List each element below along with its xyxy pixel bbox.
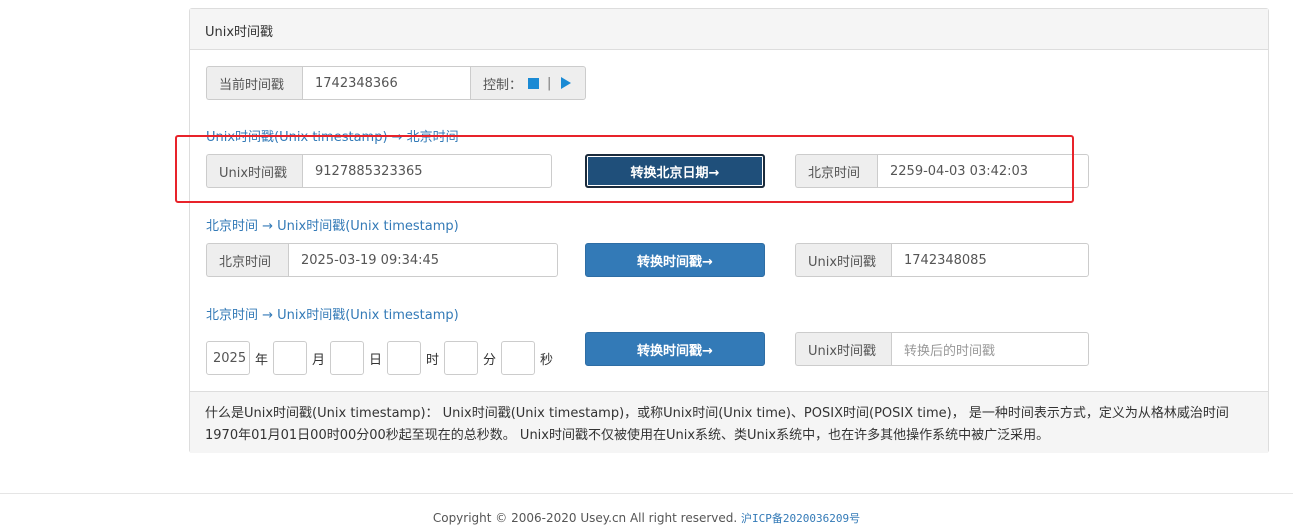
control-group: 控制： | — [470, 66, 586, 100]
panel-description: 什么是Unix时间戳(Unix timestamp)： Unix时间戳(Unix… — [190, 391, 1268, 453]
convert-timestamp-button-2[interactable]: 转换时间戳→ — [585, 332, 765, 366]
section2-input-group: 北京时间 2025-03-19 09:34:45 — [206, 243, 558, 277]
section3-output-group: Unix时间戳 转换后的时间戳 — [795, 332, 1089, 366]
section2-title: 北京时间 → Unix时间戳(Unix timestamp) — [206, 219, 459, 234]
minute-unit: 分 — [483, 353, 497, 368]
stop-icon[interactable] — [528, 77, 540, 89]
current-timestamp-group: 当前时间戳 1742348366 控制： | — [206, 66, 586, 100]
section2-input-label: 北京时间 — [206, 243, 288, 277]
page-divider — [0, 493, 1293, 494]
unix-timestamp-panel: Unix时间戳 当前时间戳 1742348366 控制： | Unix时间戳(U… — [189, 8, 1269, 453]
unix-timestamp-output[interactable]: 1742348085 — [891, 243, 1089, 277]
month-unit: 月 — [312, 353, 326, 368]
converted-timestamp-output[interactable]: 转换后的时间戳 — [891, 332, 1089, 366]
beijing-time-input[interactable]: 2025-03-19 09:34:45 — [288, 243, 558, 277]
description-line-1: 什么是Unix时间戳(Unix timestamp)： Unix时间戳(Unix… — [205, 406, 1229, 421]
section2-output-group: Unix时间戳 1742348085 — [795, 243, 1089, 277]
copyright-text: Copyright © 2006-2020 Usey.cn All right … — [432, 511, 738, 525]
day-unit: 日 — [369, 353, 383, 368]
hour-input[interactable] — [387, 341, 421, 375]
year-input[interactable]: 2025 — [206, 341, 250, 375]
play-icon[interactable] — [561, 77, 572, 89]
hour-unit: 时 — [426, 353, 440, 368]
year-unit: 年 — [255, 353, 269, 368]
control-label: 控制： — [483, 77, 523, 93]
description-line-2: 1970年01月01日00时00分00秒起至现在的总秒数。 Unix时间戳不仅被… — [205, 428, 1050, 443]
current-timestamp-label: 当前时间戳 — [206, 66, 302, 100]
second-input[interactable] — [501, 341, 535, 375]
convert-timestamp-button[interactable]: 转换时间戳→ — [585, 243, 765, 277]
icp-link[interactable]: 沪ICP备2020036209号 — [741, 512, 860, 525]
section3-output-label: Unix时间戳 — [795, 332, 891, 366]
section2-output-label: Unix时间戳 — [795, 243, 891, 277]
highlight-box — [175, 135, 1074, 203]
month-input[interactable] — [273, 341, 307, 375]
panel-title: Unix时间戳 — [190, 9, 1268, 50]
minute-input[interactable] — [444, 341, 478, 375]
section3-title: 北京时间 → Unix时间戳(Unix timestamp) — [206, 308, 459, 323]
second-unit: 秒 — [540, 353, 554, 368]
current-timestamp-field[interactable]: 1742348366 — [302, 66, 470, 100]
day-input[interactable] — [330, 341, 364, 375]
site-footer: Copyright © 2006-2020 Usey.cn All right … — [0, 510, 1293, 526]
control-separator: | — [547, 75, 552, 91]
